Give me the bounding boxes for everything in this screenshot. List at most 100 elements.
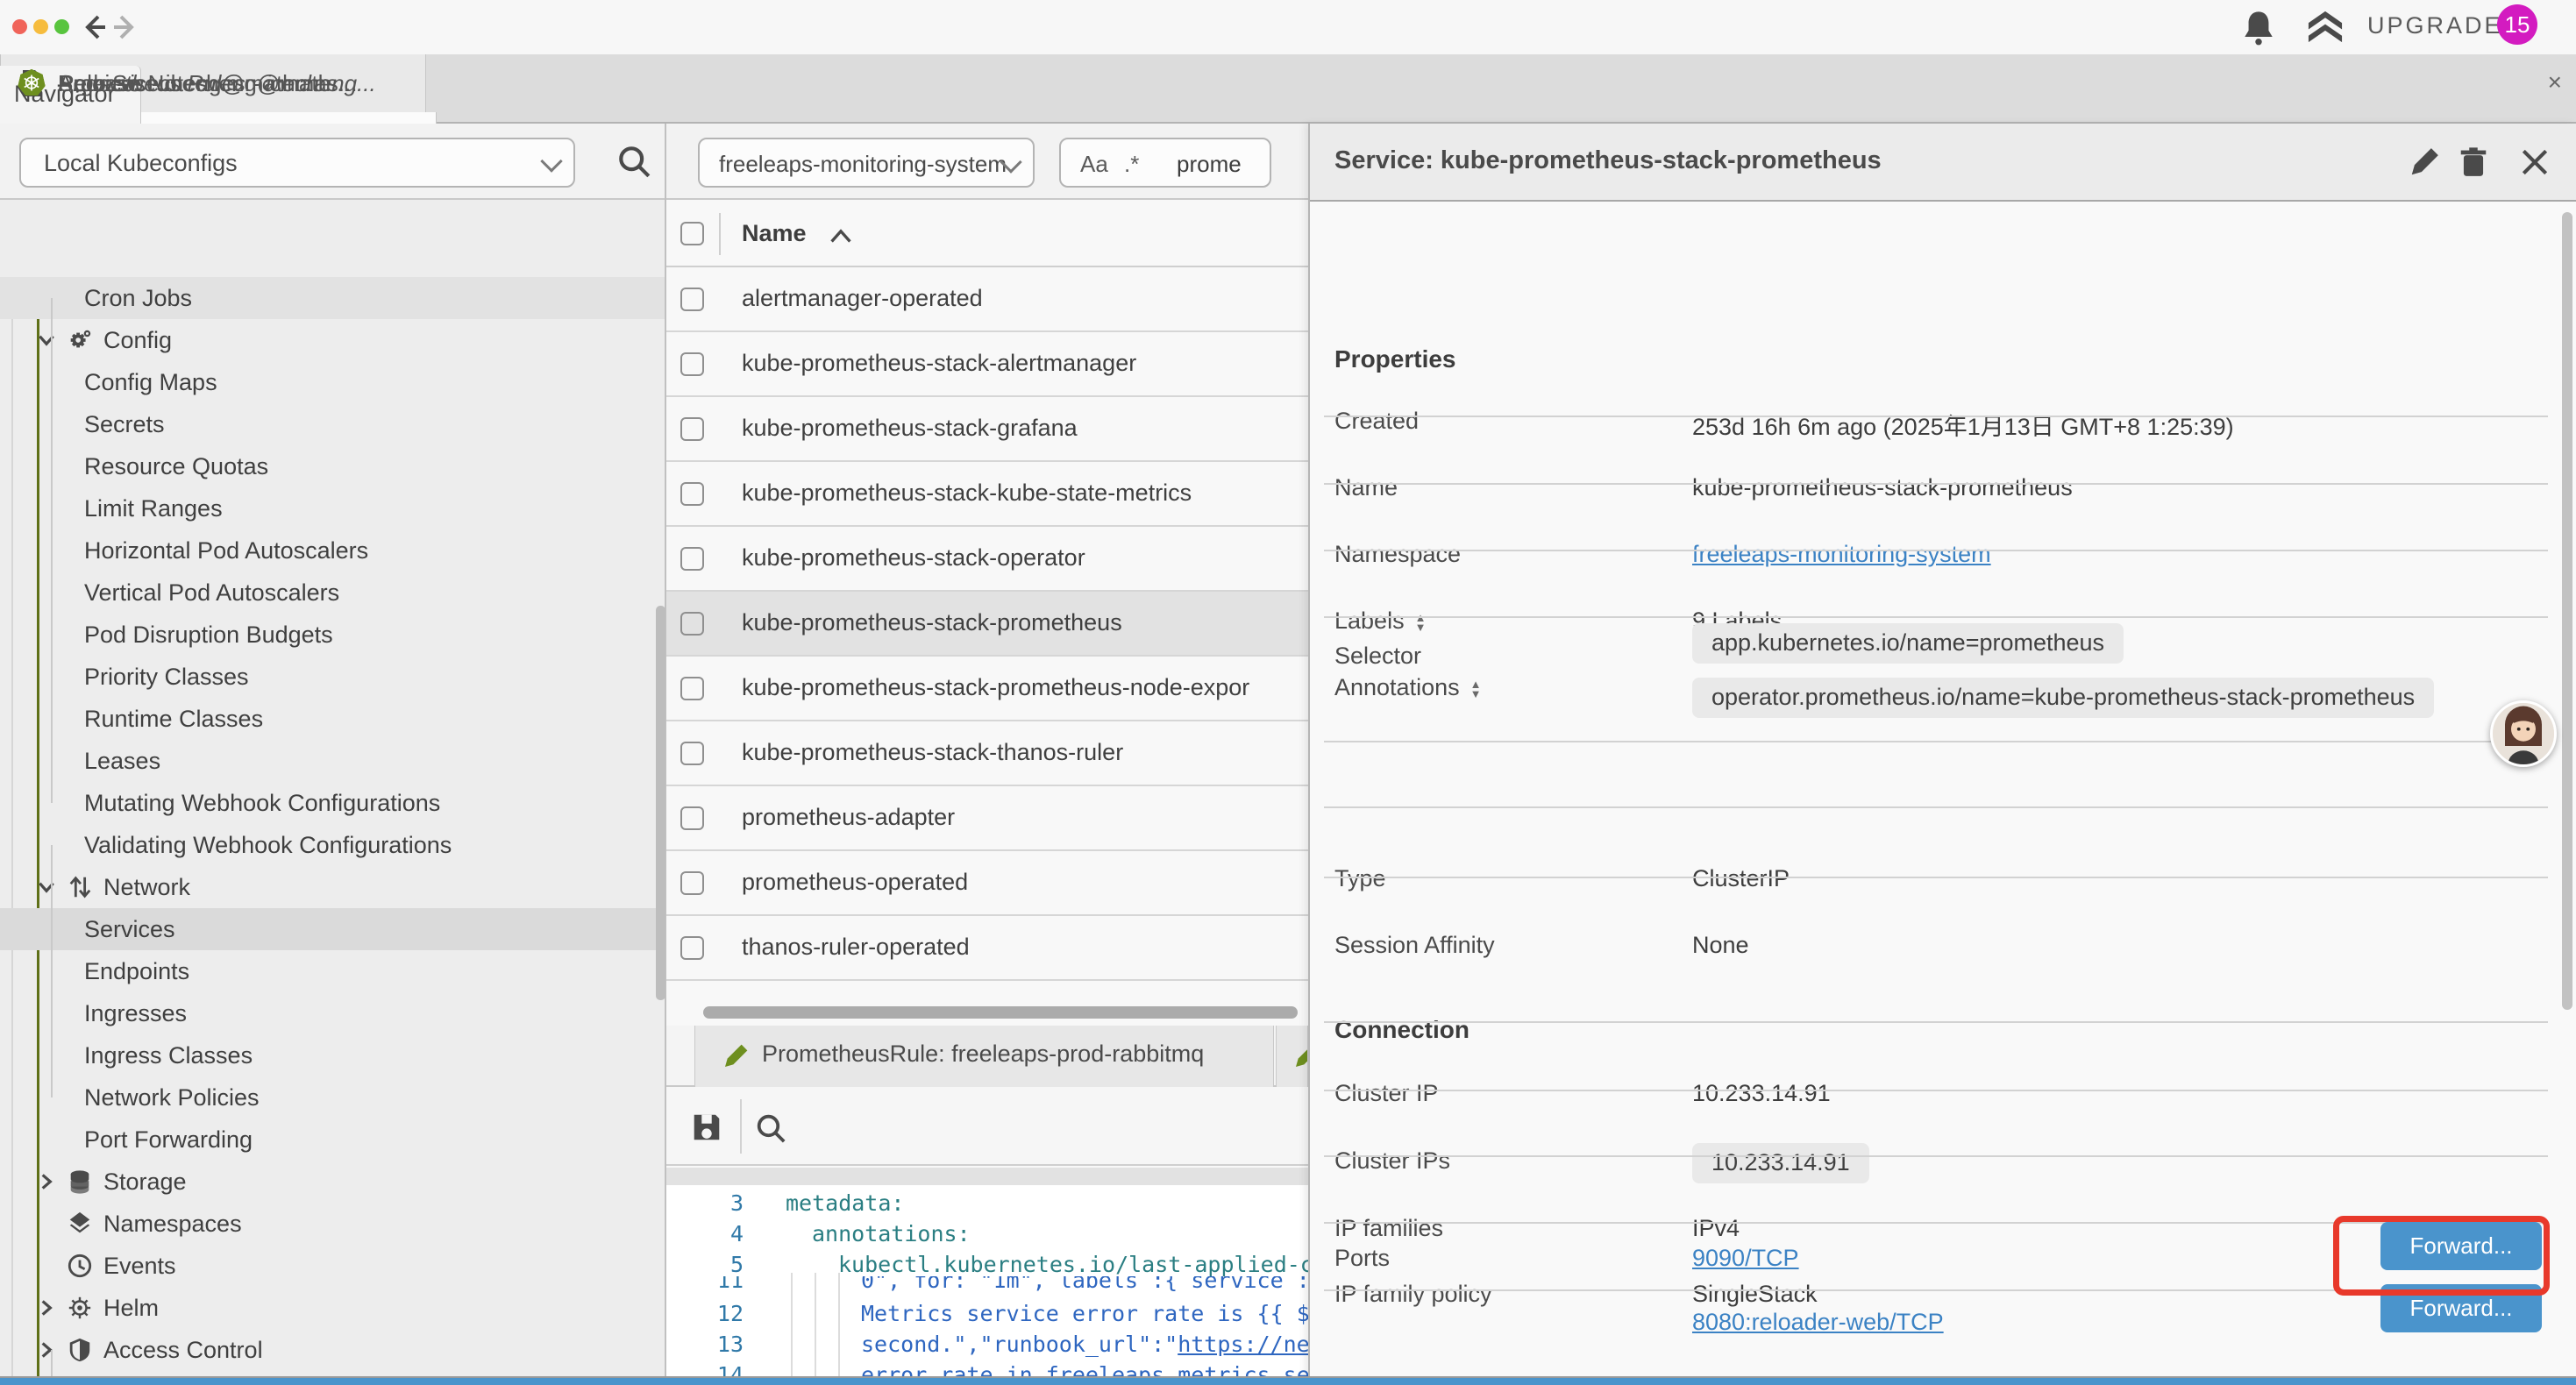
name-column-header[interactable]: Name <box>742 220 807 247</box>
row-checkbox[interactable] <box>680 482 704 506</box>
row-checkbox[interactable] <box>680 612 704 636</box>
sidebar-item-ingresses[interactable]: Ingresses <box>0 992 665 1034</box>
notifications-bell-icon[interactable] <box>2241 9 2276 47</box>
editor-search-icon[interactable] <box>754 1112 787 1145</box>
chevron-down-icon[interactable] <box>35 329 58 352</box>
table-row[interactable]: kube-prometheus-stack-kube-state-metrics <box>666 462 1308 527</box>
code-text: annotations: <box>812 1221 971 1246</box>
chevron-down-icon[interactable] <box>35 876 58 898</box>
delete-trash-icon[interactable] <box>2457 146 2490 179</box>
sidebar-item-resource-quotas[interactable]: Resource Quotas <box>0 445 665 487</box>
sidebar-item-storage[interactable]: Storage <box>0 1161 665 1203</box>
row-checkbox[interactable] <box>680 352 704 376</box>
avatar[interactable] <box>2490 700 2557 767</box>
sidebar-item-port-forwarding[interactable]: Port Forwarding <box>0 1119 665 1161</box>
edit-pencil-icon[interactable] <box>2408 146 2441 179</box>
chevron-right-icon[interactable] <box>35 1339 58 1361</box>
row-checkbox[interactable] <box>680 288 704 311</box>
row-checkbox[interactable] <box>680 936 704 960</box>
forward-arrow-icon[interactable] <box>109 11 140 43</box>
search-input[interactable]: Aa .* prome <box>1059 138 1271 188</box>
sidebar-item-config[interactable]: Config <box>0 319 665 361</box>
sidebar-item-events[interactable]: Events <box>0 1245 665 1287</box>
regex-toggle[interactable]: .* <box>1124 151 1139 178</box>
close-window-button[interactable] <box>12 19 27 34</box>
sidebar-item-services[interactable]: Services <box>0 908 665 950</box>
maximize-window-button[interactable] <box>54 19 69 34</box>
sidebar-item-secrets[interactable]: Secrets <box>0 403 665 445</box>
table-row[interactable]: prometheus-operated <box>666 851 1308 916</box>
close-panel-icon[interactable] <box>2518 146 2551 179</box>
namespace-selector[interactable]: freeleaps-monitoring-system <box>698 138 1035 188</box>
table-row[interactable]: kube-prometheus-stack-prometheus-node-ex… <box>666 657 1308 721</box>
sidebar-item-horizontal-pod-autoscalers[interactable]: Horizontal Pod Autoscalers <box>0 529 665 572</box>
save-icon[interactable] <box>689 1110 724 1145</box>
yaml-editor[interactable]: 3metadata:4annotations:5kubectl.kubernet… <box>666 1185 1308 1378</box>
sidebar-item-mutating-webhook-configurations[interactable]: Mutating Webhook Configurations <box>0 782 665 824</box>
sidebar-item-pod-disruption-budgets[interactable]: Pod Disruption Budgets <box>0 614 665 656</box>
sidebar-search-icon[interactable] <box>616 143 652 180</box>
detail-panel-scrollbar[interactable] <box>2562 212 2572 1010</box>
namespace-link[interactable]: freeleaps-monitoring-system <box>1692 541 1991 568</box>
table-row[interactable]: kube-prometheus-stack-alertmanager <box>666 332 1308 397</box>
row-checkbox[interactable] <box>680 417 704 441</box>
code-link[interactable]: https://netw <box>1178 1332 1308 1357</box>
back-arrow-icon[interactable] <box>79 11 110 43</box>
upgrade-label[interactable]: UPGRADE <box>2367 12 2503 39</box>
sidebar-item-endpoints[interactable]: Endpoints <box>0 950 665 992</box>
table-row[interactable]: prometheus-adapter <box>666 786 1308 851</box>
notification-count-badge[interactable]: 15 <box>2497 4 2537 45</box>
property-label: IP family policy <box>1334 1281 1492 1308</box>
property-value: ClusterIP <box>1692 865 1790 892</box>
detail-panel-title: Service: kube-prometheus-stack-prometheu… <box>1334 146 1882 175</box>
port-link[interactable]: 9090/TCP <box>1692 1245 1799 1272</box>
row-checkbox[interactable] <box>680 871 704 895</box>
minimize-window-button[interactable] <box>33 19 48 34</box>
code-text: kubectl.kubernetes.io/last-applied-confi… <box>838 1252 1308 1277</box>
sidebar-item-ingress-classes[interactable]: Ingress Classes <box>0 1034 665 1076</box>
editor-tab-next[interactable] <box>1276 1026 1308 1087</box>
sidebar-item-network-policies[interactable]: Network Policies <box>0 1076 665 1119</box>
row-checkbox[interactable] <box>680 742 704 765</box>
sidebar-item-validating-webhook-configurations[interactable]: Validating Webhook Configurations <box>0 824 665 866</box>
sidebar-item-cron-jobs[interactable]: Cron Jobs <box>0 277 665 319</box>
upgrade-icon[interactable] <box>2306 9 2345 47</box>
match-case-toggle[interactable]: Aa <box>1080 151 1108 178</box>
kubeconfig-selector[interactable]: Local Kubeconfigs <box>19 138 575 188</box>
sidebar-item-access-control[interactable]: Access Control <box>0 1329 665 1371</box>
table-row[interactable]: kube-prometheus-stack-thanos-ruler <box>666 721 1308 786</box>
sort-updown-icon[interactable]: ▲▼ <box>1470 679 1482 699</box>
chevron-right-icon[interactable] <box>35 1296 58 1319</box>
table-row[interactable]: kube-prometheus-stack-grafana <box>666 397 1308 462</box>
sidebar-item-label: Vertical Pod Autoscalers <box>84 579 339 607</box>
editor-tab-prometheusrule[interactable]: PrometheusRule: freeleaps-prod-rabbitmq <box>694 1026 1274 1087</box>
port-link[interactable]: 8080:reloader-web/TCP <box>1692 1309 1944 1336</box>
row-divider <box>1324 1155 2548 1157</box>
row-checkbox[interactable] <box>680 677 704 700</box>
kubeconfig-selector-value: Local Kubeconfigs <box>44 150 238 177</box>
avatar-image <box>2493 703 2554 764</box>
sidebar-item-config-maps[interactable]: Config Maps <box>0 361 665 403</box>
select-all-checkbox[interactable] <box>680 222 704 245</box>
table-row[interactable]: kube-prometheus-stack-prometheus <box>666 592 1308 657</box>
service-name: kube-prometheus-stack-prometheus-node-ex… <box>742 674 1249 701</box>
sidebar-item-helm[interactable]: Helm <box>0 1287 665 1329</box>
row-divider <box>1324 1090 2548 1091</box>
sidebar-item-vertical-pod-autoscalers[interactable]: Vertical Pod Autoscalers <box>0 572 665 614</box>
sidebar-item-runtime-classes[interactable]: Runtime Classes <box>0 698 665 740</box>
table-row[interactable]: kube-prometheus-stack-operator <box>666 527 1308 592</box>
sidebar-scrollbar[interactable] <box>656 606 665 1000</box>
sidebar-item-leases[interactable]: Leases <box>0 740 665 782</box>
row-divider <box>1324 616 2548 618</box>
sidebar-item-namespaces[interactable]: Namespaces <box>0 1203 665 1245</box>
row-checkbox[interactable] <box>680 806 704 830</box>
table-row[interactable]: alertmanager-operated <box>666 267 1308 332</box>
service-name: kube-prometheus-stack-thanos-ruler <box>742 739 1123 766</box>
sidebar-item-limit-ranges[interactable]: Limit Ranges <box>0 487 665 529</box>
sidebar-item-network[interactable]: Network <box>0 866 665 908</box>
row-checkbox[interactable] <box>680 547 704 571</box>
table-row[interactable]: thanos-ruler-operated <box>666 916 1308 981</box>
horizontal-scrollbar[interactable] <box>703 1006 1298 1019</box>
chevron-right-icon[interactable] <box>35 1170 58 1193</box>
sidebar-item-priority-classes[interactable]: Priority Classes <box>0 656 665 698</box>
